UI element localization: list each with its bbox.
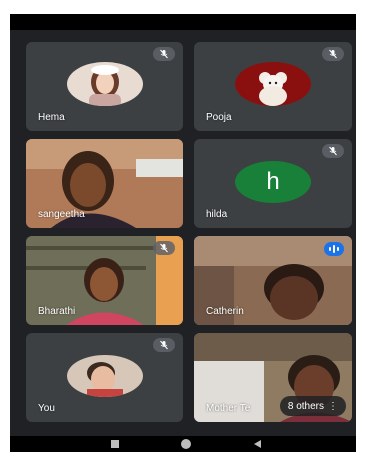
audio-level-icon [324, 242, 344, 256]
participant-avatar [67, 62, 143, 106]
participant-name: Bharathi [38, 306, 76, 317]
participant-tile-bharathi[interactable]: Bharathi [26, 236, 183, 325]
participant-name: Mother Te [206, 403, 251, 414]
more-options-icon: ⋮ [328, 400, 338, 412]
participant-avatar [67, 355, 143, 397]
participant-tile-pooja[interactable]: Pooja [194, 42, 352, 131]
others-count-label: 8 others [287, 400, 324, 412]
mic-off-icon [153, 47, 175, 61]
participant-name: You [38, 403, 55, 414]
mic-off-icon [322, 144, 344, 158]
participant-initial-avatar: h [235, 161, 311, 203]
recent-apps-button[interactable] [111, 440, 119, 448]
participant-tile-you[interactable]: You [26, 333, 183, 422]
participant-tile-mother-te[interactable]: Mother Te 8 others ⋮ [194, 333, 352, 422]
mic-off-icon [322, 47, 344, 61]
participant-tile-catherin[interactable]: Catherin [194, 236, 352, 325]
home-button[interactable] [181, 439, 191, 449]
participant-name: Catherin [206, 306, 244, 317]
navigation-bar [10, 436, 356, 452]
participant-name: Pooja [206, 112, 232, 123]
participant-tile-sangeetha[interactable]: sangeetha [26, 139, 183, 228]
back-button[interactable] [254, 440, 261, 448]
participant-name: Hema [38, 112, 65, 123]
participant-tile-hilda[interactable]: h hilda [194, 139, 352, 228]
participant-avatar [235, 62, 311, 106]
mic-off-icon [153, 338, 175, 352]
meeting-screen: Hema Pooja sangeetha h hilda Bharathi Ca… [10, 14, 356, 452]
participant-initial: h [266, 168, 280, 195]
others-participants-button[interactable]: 8 others ⋮ [279, 396, 346, 416]
participant-tile-hema[interactable]: Hema [26, 42, 183, 131]
participant-name: hilda [206, 209, 228, 220]
participant-name: sangeetha [38, 209, 85, 220]
status-bar [10, 14, 356, 30]
mic-off-icon [153, 241, 175, 255]
